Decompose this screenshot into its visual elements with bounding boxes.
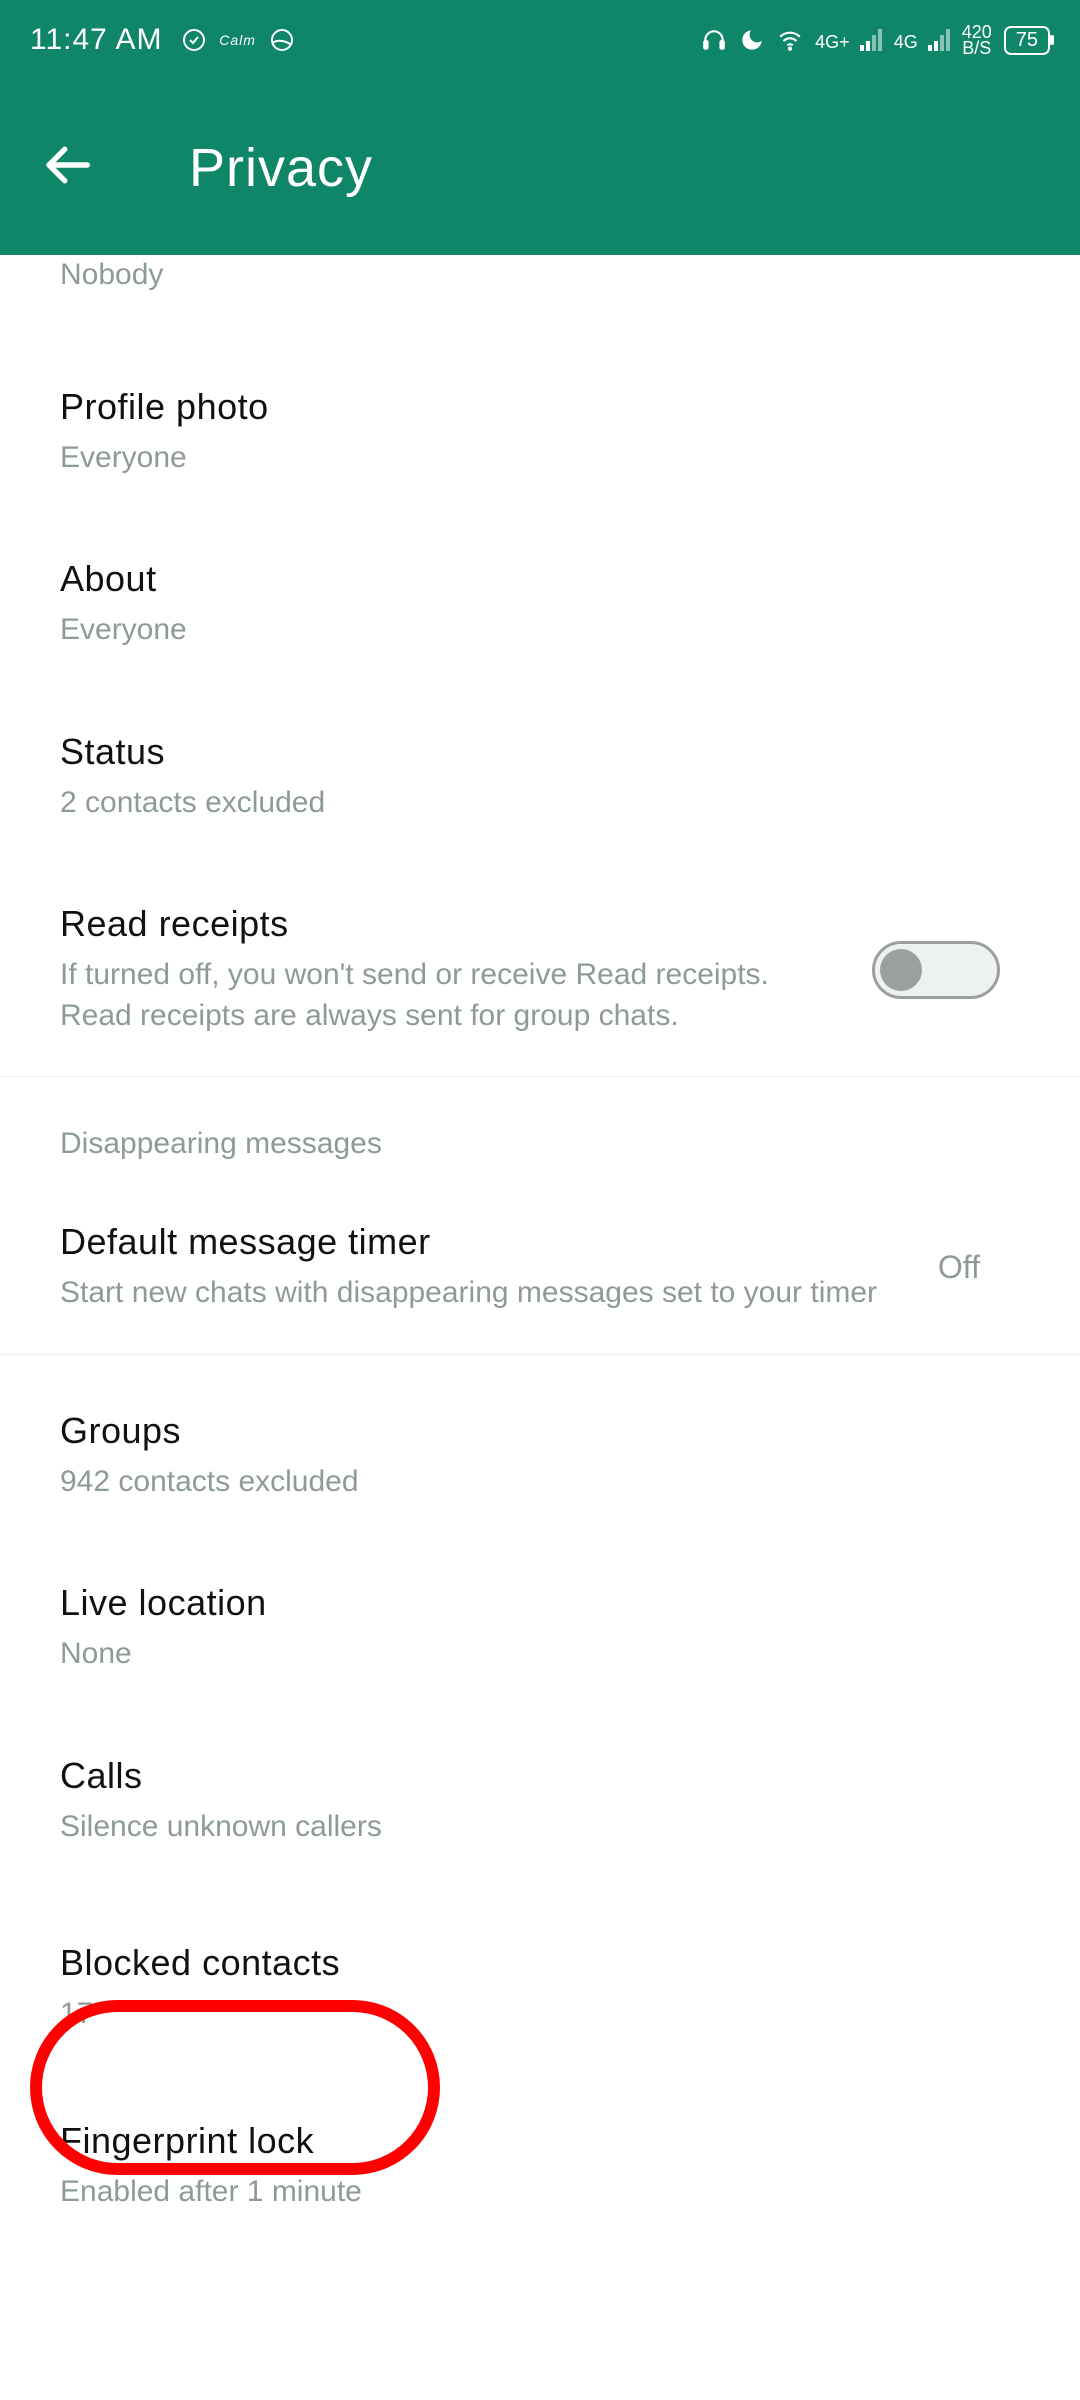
status-left: 11:47 AM Calm	[30, 23, 295, 57]
sim1-signal: 4G+	[815, 29, 882, 51]
groups-item[interactable]: Groups 942 contacts excluded	[0, 1355, 1080, 1543]
wifi-icon	[777, 27, 803, 53]
read-receipts-toggle[interactable]	[872, 941, 1000, 999]
fingerprint-lock-title: Fingerprint lock	[60, 2120, 1020, 2162]
live-location-title: Live location	[60, 1582, 1020, 1624]
default-timer-item[interactable]: Default message timer Start new chats wi…	[0, 1181, 1080, 1354]
app-bar: Privacy	[0, 80, 1080, 255]
moon-icon	[739, 27, 765, 53]
read-receipts-title: Read receipts	[60, 903, 842, 945]
globe-icon	[269, 27, 295, 53]
about-value: Everyone	[60, 610, 1020, 651]
last-seen-value: Nobody	[60, 255, 1020, 296]
status-title: Status	[60, 731, 1020, 773]
disappearing-section-header: Disappearing messages	[0, 1077, 1080, 1181]
battery-indicator: 75	[1004, 26, 1050, 55]
settings-list: Nobody Profile photo Everyone About Ever…	[0, 255, 1080, 2252]
live-location-value: None	[60, 1634, 1020, 1675]
sim2-signal: 4G	[894, 29, 950, 51]
default-timer-title: Default message timer	[60, 1221, 908, 1263]
fingerprint-lock-value: Enabled after 1 minute	[60, 2172, 1020, 2213]
page-title: Privacy	[189, 137, 373, 199]
calls-title: Calls	[60, 1755, 1020, 1797]
calls-item[interactable]: Calls Silence unknown callers	[0, 1715, 1080, 1888]
profile-photo-item[interactable]: Profile photo Everyone	[0, 346, 1080, 519]
status-value: 2 contacts excluded	[60, 783, 1020, 824]
live-location-item[interactable]: Live location None	[0, 1542, 1080, 1715]
network-speed: 420 B/S	[962, 24, 992, 56]
blocked-contacts-value: 17	[60, 1994, 1020, 2035]
groups-title: Groups	[60, 1410, 1020, 1452]
status-bar: 11:47 AM Calm 4G+ 4G 420 B/S	[0, 0, 1080, 80]
toggle-thumb	[880, 949, 922, 991]
headphones-icon	[701, 27, 727, 53]
calls-value: Silence unknown callers	[60, 1807, 1020, 1848]
status-item[interactable]: Status 2 contacts excluded	[0, 691, 1080, 864]
back-arrow-icon[interactable]	[40, 138, 94, 197]
blocked-contacts-item[interactable]: Blocked contacts 17	[0, 1887, 1080, 2065]
checkmark-icon	[181, 27, 207, 53]
profile-photo-title: Profile photo	[60, 386, 1020, 428]
read-receipts-description: If turned off, you won't send or receive…	[60, 955, 842, 1036]
fingerprint-lock-item[interactable]: Fingerprint lock Enabled after 1 minute	[0, 2065, 1080, 2253]
status-right: 4G+ 4G 420 B/S 75	[701, 24, 1050, 56]
about-item[interactable]: About Everyone	[0, 518, 1080, 691]
status-time: 11:47 AM	[30, 23, 163, 57]
default-timer-description: Start new chats with disappearing messag…	[60, 1273, 908, 1314]
blocked-contacts-title: Blocked contacts	[60, 1942, 1020, 1984]
last-seen-item[interactable]: Nobody	[0, 255, 1080, 346]
read-receipts-item[interactable]: Read receipts If turned off, you won't s…	[0, 863, 1080, 1076]
about-title: About	[60, 558, 1020, 600]
default-timer-value: Off	[938, 1249, 1020, 1286]
profile-photo-value: Everyone	[60, 438, 1020, 479]
calm-icon: Calm	[225, 27, 251, 53]
groups-value: 942 contacts excluded	[60, 1462, 1020, 1503]
